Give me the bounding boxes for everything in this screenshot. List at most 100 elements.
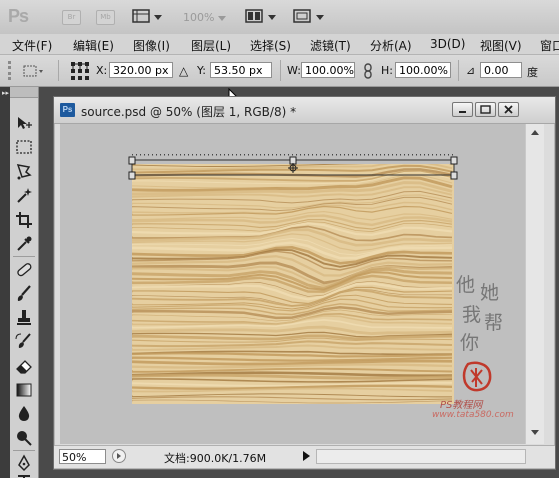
menu-bar: 文件(F) 编辑(E) 图像(I) 图层(L) 选择(S) 滤镜(T) 分析(A… [0, 34, 559, 55]
marquee-tool[interactable] [13, 137, 35, 158]
clone-stamp-tool[interactable] [13, 307, 35, 328]
expand-panels-icon[interactable]: ▸▸ [2, 90, 9, 97]
maximize-button[interactable] [475, 102, 496, 117]
chevron-down-icon [217, 16, 226, 21]
x-position-field[interactable]: 320.00 px [109, 62, 173, 78]
menu-select[interactable]: 选择(S) [250, 37, 291, 54]
launch-minibridge-button[interactable]: Mb [96, 10, 115, 25]
view-extras-button[interactable] [132, 8, 164, 24]
arrange-documents-icon [245, 9, 276, 23]
scroll-up-arrow-icon[interactable] [531, 130, 539, 135]
reference-point-locator[interactable] [70, 61, 90, 81]
bandage-icon [17, 263, 32, 277]
status-options-button[interactable] [112, 449, 126, 463]
stamp-icon [17, 310, 31, 325]
screen-mode-button[interactable] [292, 8, 326, 24]
move-icon [18, 117, 32, 129]
brush-icon [17, 285, 31, 301]
menu-layer[interactable]: 图层(L) [191, 37, 231, 54]
separator [458, 60, 459, 81]
free-transform-bounding-box[interactable] [126, 154, 460, 182]
eyedropper-icon [17, 236, 32, 251]
status-options-icon [117, 453, 121, 459]
height-scale-field[interactable]: 100.00% [395, 62, 451, 78]
minimize-icon [459, 111, 466, 113]
brush-tool[interactable] [13, 283, 35, 304]
transform-preset-icon [23, 65, 43, 77]
pen-tool[interactable] [13, 453, 35, 474]
toolbox-separator [13, 256, 35, 257]
eraser-tool[interactable] [13, 355, 35, 376]
menu-3d[interactable]: 3D(D) [430, 37, 465, 51]
tool-preset-picker[interactable] [22, 63, 44, 79]
options-bar: X: 320.00 px △ Y: 53.50 px W: 100.00% H:… [0, 55, 559, 87]
menu-file[interactable]: 文件(F) [12, 37, 52, 54]
quick-select-tool[interactable] [13, 185, 35, 206]
menu-view[interactable]: 视图(V) [480, 37, 522, 54]
y-label: Y: [197, 64, 206, 77]
type-icon [18, 475, 30, 478]
close-button[interactable] [498, 102, 519, 117]
canvas-area[interactable] [60, 124, 525, 444]
document-titlebar[interactable]: Ps source.psd @ 50% (图层 1, RGB/8) * [54, 97, 555, 124]
separator [280, 60, 281, 81]
wood-texture-image[interactable] [132, 164, 454, 404]
close-icon [504, 105, 513, 114]
eyedropper-tool[interactable] [13, 233, 35, 254]
reference-point-icon [71, 62, 89, 80]
photoshop-document-icon: Ps [60, 103, 75, 117]
maintain-aspect-ratio-button[interactable] [362, 63, 374, 79]
water-drop-icon [18, 406, 30, 421]
menu-window[interactable]: 窗口 [540, 37, 559, 54]
width-scale-field[interactable]: 100.00% [301, 62, 355, 78]
history-brush-icon [15, 333, 31, 348]
type-tool[interactable] [13, 473, 35, 478]
healing-brush-tool[interactable] [13, 259, 35, 280]
separator [58, 60, 59, 81]
horizontal-scrollbar[interactable] [316, 449, 526, 464]
menu-filter[interactable]: 滤镜(T) [310, 37, 351, 54]
marquee-icon [16, 140, 32, 154]
y-position-field[interactable]: 53.50 px [210, 62, 272, 78]
eraser-icon [16, 360, 32, 374]
blur-tool[interactable] [13, 403, 35, 424]
dodge-tool[interactable] [13, 427, 35, 448]
zoom-level-text: 100% [183, 11, 215, 24]
vertical-scrollbar[interactable] [525, 124, 544, 444]
menu-analysis[interactable]: 分析(A) [370, 37, 412, 54]
application-bar: Ps Br Mb 100% [0, 0, 559, 35]
zoom-level-display[interactable]: 100% [183, 11, 226, 24]
lasso-tool[interactable] [13, 161, 35, 182]
menu-edit[interactable]: 编辑(E) [73, 37, 114, 54]
transform-handle [450, 171, 458, 180]
relative-position-icon[interactable]: △ [179, 64, 188, 78]
crop-icon [16, 212, 32, 228]
restore-icon [480, 105, 491, 114]
document-window: Ps source.psd @ 50% (图层 1, RGB/8) * 50% … [53, 96, 556, 470]
x-label: X: [96, 64, 108, 77]
h-label: H: [381, 64, 393, 77]
transform-handle [289, 156, 297, 165]
move-tool[interactable] [13, 113, 35, 134]
document-size-info: 文档:900.0K/1.76M [164, 452, 267, 465]
minimize-button[interactable] [452, 102, 473, 117]
rotate-angle-field[interactable]: 0.00 [480, 62, 522, 78]
tools-panel-grip[interactable] [10, 87, 38, 98]
launch-bridge-button[interactable]: Br [62, 10, 81, 25]
history-brush-tool[interactable] [13, 331, 35, 352]
crop-tool[interactable] [13, 209, 35, 230]
gradient-icon [16, 383, 32, 397]
view-extras-icon [132, 9, 162, 23]
tools-panel [10, 87, 39, 478]
menu-image[interactable]: 图像(I) [133, 37, 170, 54]
screen-mode-icon [293, 9, 324, 23]
zoom-field[interactable]: 50% [59, 449, 106, 464]
scroll-down-arrow-icon[interactable] [531, 430, 539, 435]
rotate-angle-icon: ⊿ [466, 64, 476, 77]
status-menu-arrow-icon[interactable] [303, 451, 310, 461]
document-title: source.psd @ 50% (图层 1, RGB/8) * [81, 105, 297, 119]
document-status-bar: 50% 文档:900.0K/1.76M [54, 445, 555, 468]
rotate-unit-label: 度 [527, 66, 538, 79]
arrange-documents-button[interactable] [244, 8, 278, 24]
gradient-tool[interactable] [13, 379, 35, 400]
